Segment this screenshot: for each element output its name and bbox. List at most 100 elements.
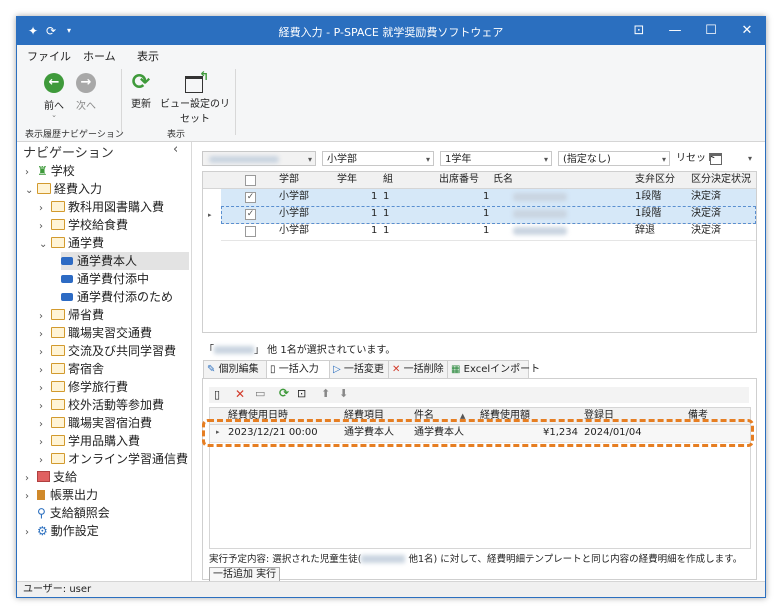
bus-icon [61,257,73,265]
arrow-left-icon: ← [44,73,64,93]
layout-icon[interactable] [710,153,722,165]
folder-icon [37,183,51,194]
select-all-checkbox[interactable] [245,175,256,186]
minimize-button[interactable]: — [657,17,693,45]
chevron-right-icon[interactable]: › [25,524,37,542]
tree-item-textbook[interactable]: › 教科用図書購入費 [39,198,164,216]
col-class: 組 [383,174,393,185]
table-row[interactable]: ✓ 小学部 1 1 1 1段階 決定済 [221,206,756,224]
reset-view-button[interactable]: ↰ ビュー設定のリセット [157,69,233,125]
ribbon-separator [121,69,122,135]
excel-icon: ▦ [451,364,461,375]
restore-layout-button[interactable]: ⊡ [621,17,657,45]
gear-icon: ⚙ [37,524,48,538]
dept-select[interactable]: 小学部 ▾ [322,151,434,166]
student-grid-header: 学部 学年 組 出席番号 氏名 支弁区分 区分決定状況 [203,172,756,189]
folder-icon [51,363,65,374]
window-reset-icon: ↰ [157,69,233,95]
chevron-down-icon[interactable]: ▾ [748,151,752,166]
folder-icon [51,453,65,464]
chevron-down-icon: ▾ [425,155,430,164]
chevron-down-icon[interactable]: ⌄ [39,236,51,254]
tree-item-commute-escort[interactable]: 通学費付添中 [61,270,149,288]
tree-item-outside-activity[interactable]: › 校外活動等参加費 [39,396,164,414]
reset-layout-icon[interactable]: ⊡ [297,387,306,400]
tree-item-commute[interactable]: ⌄ 通学費 [39,234,104,252]
row-checkbox[interactable]: ✓ [245,192,256,203]
refresh-button[interactable]: ⟳ 更新 [127,71,155,111]
tree-item-payment[interactable]: › 支給 [25,468,77,486]
row-checkbox[interactable] [245,226,256,237]
chevron-right-icon[interactable]: › [25,488,37,506]
tree-item-settings[interactable]: › ⚙ 動作設定 [25,522,99,540]
folder-icon [51,219,65,230]
tab-excel-import[interactable]: ▦ Excelインポート [447,360,540,378]
new-row-icon[interactable]: ▯ [214,388,220,401]
view-group-label: 表示 [167,130,186,140]
tree-item-dormitory[interactable]: › 寄宿舎 [39,360,104,378]
tree-item-payment-inquiry[interactable]: ⚲ 支給額照会 [37,504,110,522]
folder-icon [51,309,65,320]
tab-individual-edit[interactable]: ✎ 個別編集 [203,360,267,378]
navigation-header: ナビゲーション [23,146,114,161]
forward-button[interactable]: → 次へ [71,73,101,112]
maximize-button[interactable]: ☐ [693,17,729,45]
table-row[interactable]: ✓ 小学部 1 1 1 1段階 決定済 [221,189,756,207]
tree-item-report-output[interactable]: › 帳票出力 [25,486,98,504]
tree-item-school-lunch[interactable]: › 学校給食費 [39,216,128,234]
tree-item-commute-escort-for[interactable]: 通学費付添のため [61,288,173,306]
tab-bulk-input[interactable]: ▯ 一括入力 [266,360,330,379]
tree-item-school-supplies[interactable]: › 学用品購入費 [39,432,140,450]
col-status: 区分決定状況 [691,174,751,185]
expense-toolbar: ▯ ✕ ▭ ⟳ ⊡ ⬆ ⬇ [209,386,749,403]
school-select[interactable]: ▾ [202,151,316,166]
selection-summary: 「」 他 1名が選択されています。 [204,345,396,356]
refresh-icon[interactable]: ⟳ [279,386,289,400]
col-dept: 学部 [279,174,299,185]
redacted-student-name [361,555,406,563]
menu-view[interactable]: 表示 [137,48,159,64]
edit-doc-icon: ▷ [333,364,341,375]
tree-item-school-trip[interactable]: › 修学旅行費 [39,378,128,396]
move-down-icon[interactable]: ⬇ [339,387,348,400]
collapse-nav-icon[interactable]: ‹ [173,142,178,157]
window-icon[interactable]: ▭ [255,387,265,400]
tab-bulk-delete[interactable]: ✕ 一括削除 [388,360,448,378]
tree-item-workplace-transport[interactable]: › 職場実習交通費 [39,324,152,342]
grade-select[interactable]: 1学年 ▾ [440,151,552,166]
back-dropdown-icon[interactable]: ⌄ [39,112,69,119]
table-row[interactable]: 小学部 1 1 1 辞退 決定済 [221,223,756,241]
app-window: ✦ ⟳ ▾ 経費入力 - P-SPACE 就学奨励費ソフトウェア ⊡ — ☐ ✕… [16,16,766,598]
bus-icon [61,275,73,283]
tree-item-homecoming[interactable]: › 帰省費 [39,306,104,324]
chevron-down-icon[interactable]: ⌄ [25,182,37,200]
redacted-school-name [209,156,279,163]
move-up-icon[interactable]: ⬆ [321,387,330,400]
designation-select[interactable]: (指定なし) ▾ [558,151,670,166]
tab-bulk-change[interactable]: ▷ 一括変更 [329,360,389,378]
tree-item-exchange-learning[interactable]: › 交流及び共同学習費 [39,342,176,360]
back-button[interactable]: ← 前へ ⌄ [39,73,69,119]
title-bar: ✦ ⟳ ▾ 経費入力 - P-SPACE 就学奨励費ソフトウェア ⊡ — ☐ ✕ [17,17,765,45]
folder-icon [51,345,65,356]
row-checkbox[interactable]: ✓ [245,209,256,220]
menu-file[interactable]: ファイル [27,48,71,64]
redacted-student-name [513,227,567,235]
pencil-icon: ✎ [207,364,216,375]
tree-item-commute-self[interactable]: 通学費本人 [61,252,189,270]
delete-icon[interactable]: ✕ [235,387,245,401]
close-button[interactable]: ✕ [729,17,765,45]
tree-item-expense-input[interactable]: ⌄ 経費入力 [25,180,102,198]
forward-label: 次へ [76,101,96,112]
back-label: 前へ [44,101,64,112]
folder-icon [51,417,65,428]
tree-item-school[interactable]: › ♜ 学校 [25,162,75,180]
tree-item-workplace-lodging[interactable]: › 職場実習宿泊費 [39,414,152,432]
navigation-pane: ナビゲーション ‹ › ♜ 学校 ⌄ 経費入力 › 教科用図書購入費 › 学校給食費 ⌄ 通… [17,142,192,582]
calendar-icon [37,471,50,482]
col-grade: 学年 [337,174,357,185]
col-name: 氏名 [493,174,513,185]
student-grid: 学部 学年 組 出席番号 氏名 支弁区分 区分決定状況 ✓ 小学部 1 1 1 … [202,171,757,333]
tree-item-online-learning[interactable]: › オンライン学習通信費 [39,450,188,468]
menu-bar: ファイル ホーム 表示 [17,45,765,67]
